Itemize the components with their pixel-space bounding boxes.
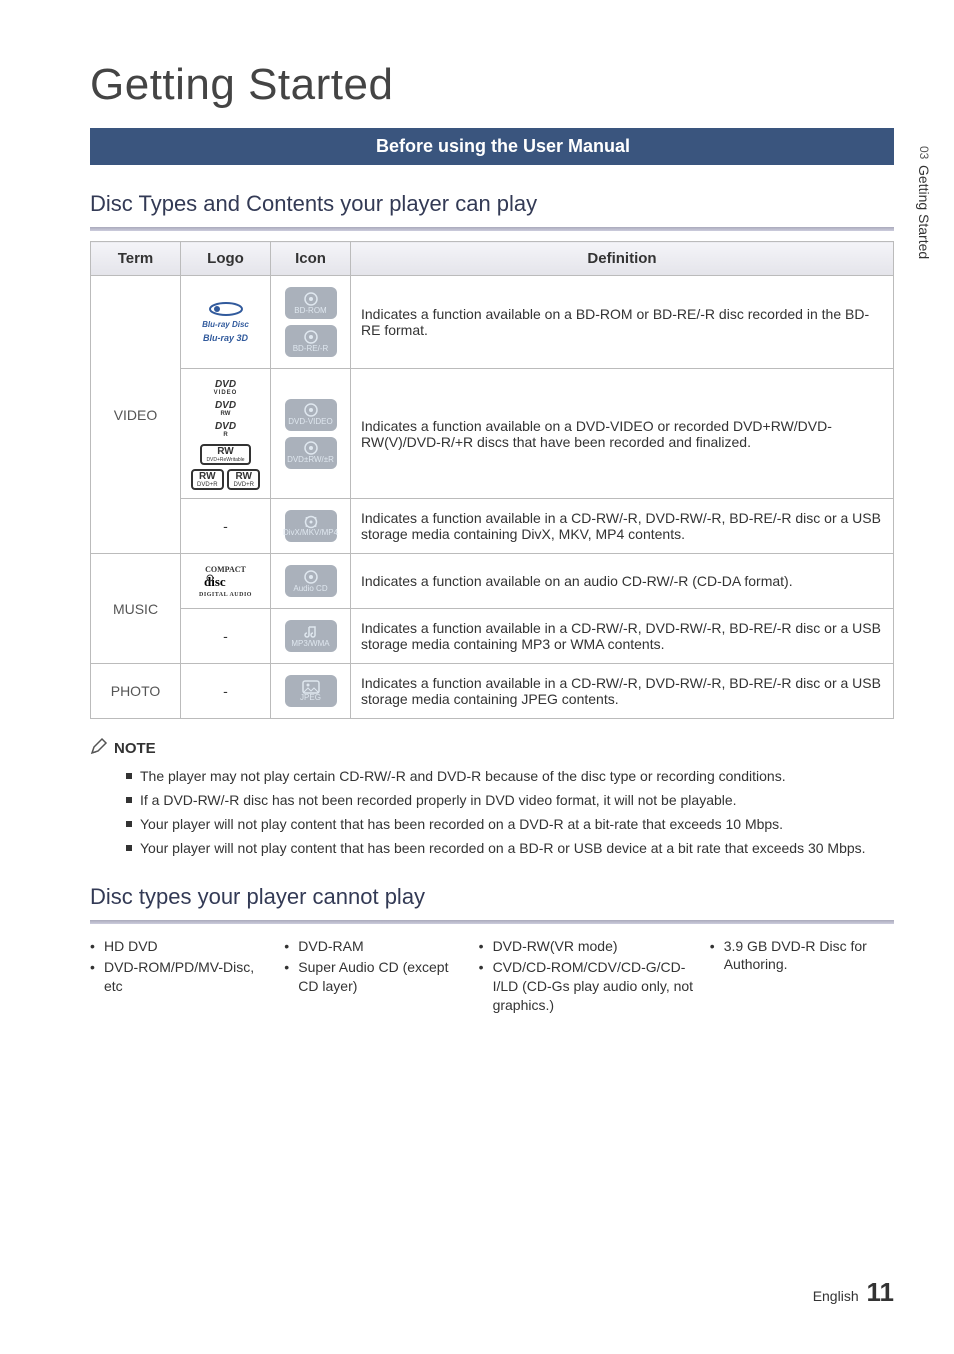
list-item: Super Audio CD (except CD layer) xyxy=(284,958,468,996)
note-item: Your player will not play content that h… xyxy=(126,815,894,834)
icon-divx-cell: DivX/MKV/MP4 xyxy=(271,499,351,554)
list-item: CVD/CD-ROM/CDV/CD-G/CD-I/LD (CD-Gs play … xyxy=(479,958,700,1015)
dvd-plus-rw-logo-icon: RWDVD+ReWritable xyxy=(200,444,250,465)
pencil-note-icon xyxy=(90,737,108,759)
section2-heading: Disc types your player cannot play xyxy=(90,884,894,910)
compact-disc-logo-icon: COMPACT disc DIGITAL AUDIO xyxy=(191,565,260,598)
dvd-rw-logo-icon: DVDRW xyxy=(185,400,266,417)
th-logo: Logo xyxy=(181,242,271,276)
table-row: VIDEO Blu-ray Disc Blu-ray 3D BD-ROM BD-… xyxy=(91,276,894,369)
logo-mp3-cell: - xyxy=(181,609,271,664)
icon-audiocd-cell: Audio CD xyxy=(271,554,351,609)
bluray3d-logo-icon: Blu-ray 3D xyxy=(191,333,260,343)
icon-mp3-cell: MP3/WMA xyxy=(271,609,351,664)
page-number: 11 xyxy=(867,1277,895,1307)
th-definition: Definition xyxy=(351,242,894,276)
bd-rom-icon: BD-ROM xyxy=(285,287,337,319)
dvd-video-logo-icon: DVDVIDEO xyxy=(185,379,266,396)
icon-bd-cell: BD-ROM BD-RE/-R xyxy=(271,276,351,369)
list-item: 3.9 GB DVD-R Disc for Authoring. xyxy=(710,937,894,975)
table-header-row: Term Logo Icon Definition xyxy=(91,242,894,276)
note-label: NOTE xyxy=(114,740,156,757)
th-icon: Icon xyxy=(271,242,351,276)
note-item: If a DVD-RW/-R disc has not been recorde… xyxy=(126,791,894,810)
side-chapter-tab: 03 Getting Started xyxy=(916,146,932,260)
dvd-r-logo-icon: DVDR xyxy=(185,421,266,438)
chapter-label: Getting Started xyxy=(916,165,932,259)
audio-cd-icon: Audio CD xyxy=(285,565,337,597)
footer-language: English xyxy=(813,1288,859,1304)
def-divx: Indicates a function available in a CD-R… xyxy=(351,499,894,554)
divider xyxy=(90,920,894,924)
chapter-number: 03 xyxy=(917,146,931,159)
term-video: VIDEO xyxy=(91,276,181,554)
def-bd: Indicates a function available on a BD-R… xyxy=(351,276,894,369)
bd-re-r-icon: BD-RE/-R xyxy=(285,325,337,357)
def-audiocd: Indicates a function available on an aud… xyxy=(351,554,894,609)
section1-heading: Disc Types and Contents your player can … xyxy=(90,191,894,217)
section-banner: Before using the User Manual xyxy=(90,128,894,165)
page-title: Getting Started xyxy=(90,60,894,110)
divider xyxy=(90,227,894,231)
list-item: DVD-RAM xyxy=(284,937,468,956)
logo-divx-cell: - xyxy=(181,499,271,554)
icon-jpeg-cell: JPEG xyxy=(271,664,351,719)
cannot-play-list: HD DVD DVD-ROM/PD/MV-Disc, etc DVD-RAM S… xyxy=(90,934,894,1019)
icon-dvd-cell: DVD-VIDEO DVD±RW/±R xyxy=(271,369,351,499)
th-term: Term xyxy=(91,242,181,276)
def-mp3: Indicates a function available in a CD-R… xyxy=(351,609,894,664)
note-block: NOTE The player may not play certain CD-… xyxy=(90,737,894,858)
mp3-wma-icon: MP3/WMA xyxy=(285,620,337,652)
table-row: MUSIC COMPACT disc DIGITAL AUDIO Audio C… xyxy=(91,554,894,609)
dvd-rw-r-icon: DVD±RW/±R xyxy=(285,437,337,469)
logo-jpeg-cell: - xyxy=(181,664,271,719)
def-jpeg: Indicates a function available in a CD-R… xyxy=(351,664,894,719)
dvd-video-icon: DVD-VIDEO xyxy=(285,399,337,431)
divx-icon: DivX/MKV/MP4 xyxy=(285,510,337,542)
table-row: DVDVIDEO DVDRW DVDR RWDVD+ReWritable RWD… xyxy=(91,369,894,499)
logo-bluray-cell: Blu-ray Disc Blu-ray 3D xyxy=(181,276,271,369)
list-item: DVD-ROM/PD/MV-Disc, etc xyxy=(90,958,274,996)
term-music: MUSIC xyxy=(91,554,181,664)
logo-dvd-cell: DVDVIDEO DVDRW DVDR RWDVD+ReWritable RWD… xyxy=(181,369,271,499)
note-item: Your player will not play content that h… xyxy=(126,839,894,858)
note-item: The player may not play certain CD-RW/-R… xyxy=(126,767,894,786)
list-item: HD DVD xyxy=(90,937,274,956)
disc-types-table: Term Logo Icon Definition VIDEO Blu-ray … xyxy=(90,241,894,719)
jpeg-icon: JPEG xyxy=(285,675,337,707)
dvd-plus-r-logo-icon: RWDVD+R xyxy=(191,469,224,490)
page-footer: English 11 xyxy=(813,1277,894,1308)
list-item: DVD-RW(VR mode) xyxy=(479,937,700,956)
term-photo: PHOTO xyxy=(91,664,181,719)
table-row: - MP3/WMA Indicates a function available… xyxy=(91,609,894,664)
bluray-disc-logo-icon: Blu-ray Disc xyxy=(191,301,260,329)
logo-cd-cell: COMPACT disc DIGITAL AUDIO xyxy=(181,554,271,609)
def-dvd: Indicates a function available on a DVD-… xyxy=(351,369,894,499)
table-row: PHOTO - JPEG Indicates a function availa… xyxy=(91,664,894,719)
dvd-plus-r2-logo-icon: RWDVD+R xyxy=(227,469,260,490)
table-row: - DivX/MKV/MP4 Indicates a function avai… xyxy=(91,499,894,554)
